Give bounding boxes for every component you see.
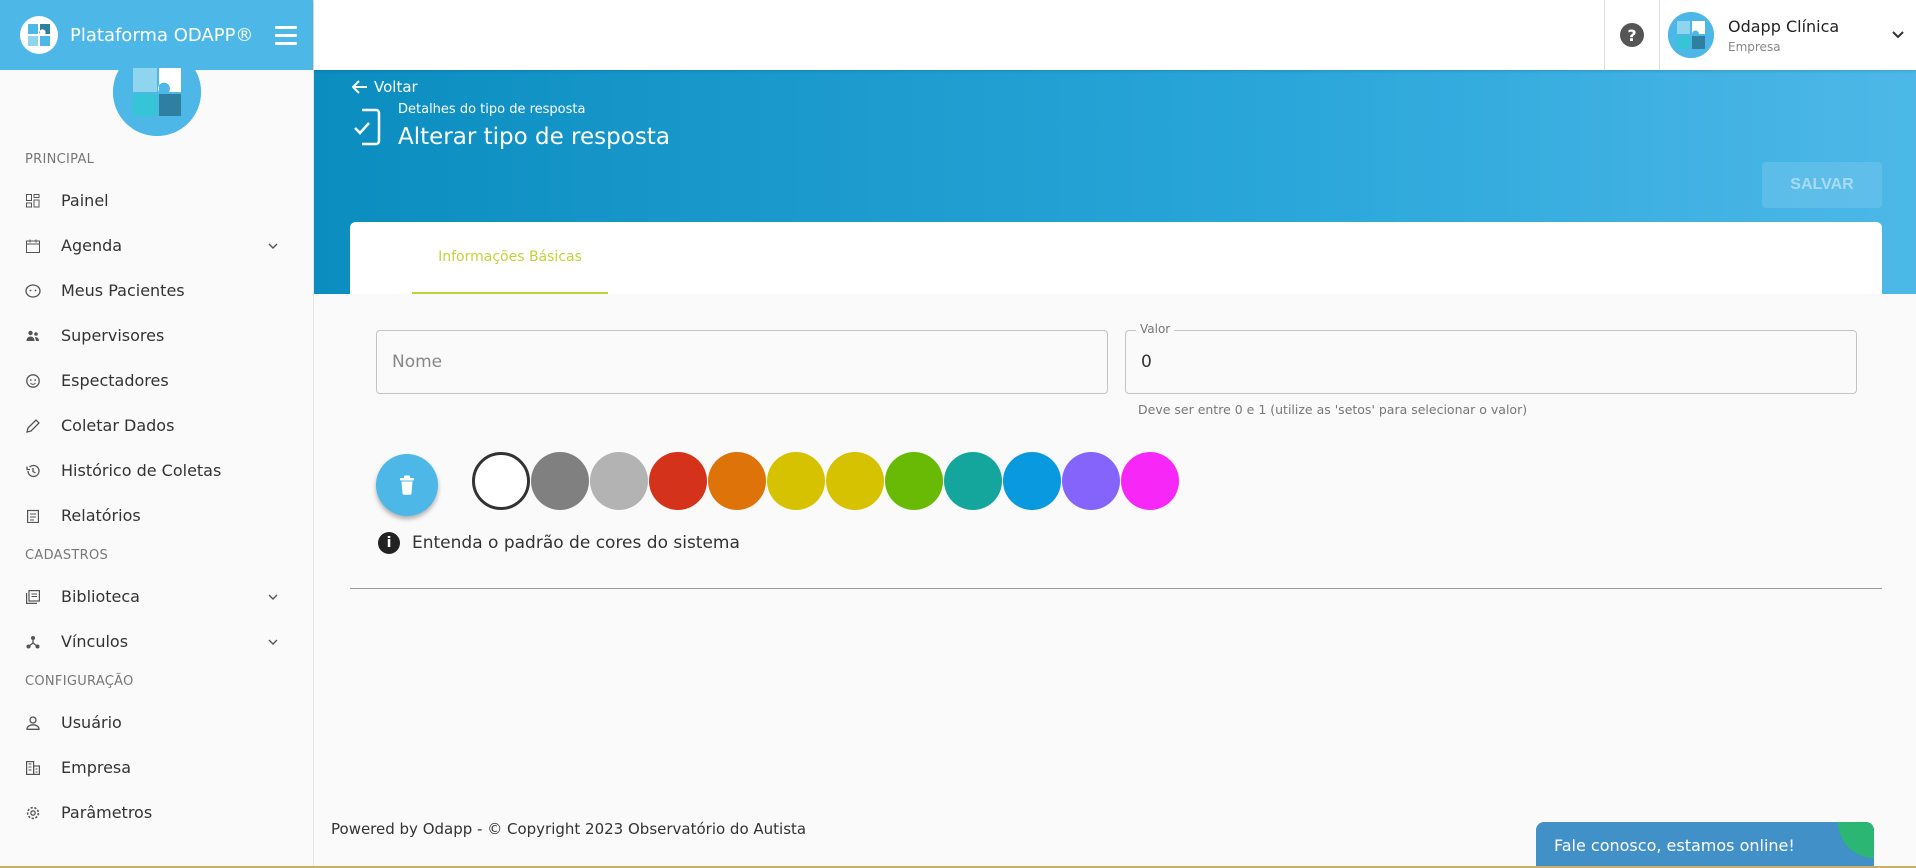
chevron-down-icon bbox=[267, 240, 279, 252]
color-swatch[interactable] bbox=[531, 452, 589, 510]
hamburger-menu-icon[interactable] bbox=[259, 15, 313, 55]
color-swatch[interactable] bbox=[885, 452, 943, 510]
color-swatch[interactable] bbox=[1121, 452, 1179, 510]
user-icon bbox=[25, 715, 41, 731]
sidebar-nav: PRINCIPAL Painel Agenda Meus Pacientes Super… bbox=[0, 142, 314, 835]
info-icon: i bbox=[378, 532, 400, 554]
help-button[interactable]: ? bbox=[1604, 0, 1660, 70]
sidebar-item-usuario[interactable]: Usuário bbox=[0, 700, 314, 745]
sidebar-item-label: Coletar Dados bbox=[61, 416, 175, 435]
footer-text: Powered by Odapp - © Copyright 2023 Obse… bbox=[331, 820, 807, 838]
chat-label: Fale conosco, estamos online! bbox=[1554, 835, 1795, 855]
chevron-down-icon bbox=[267, 591, 279, 603]
delete-button[interactable] bbox=[376, 454, 438, 516]
trash-icon bbox=[400, 475, 414, 495]
color-swatch[interactable] bbox=[649, 452, 707, 510]
page-title: Alterar tipo de resposta bbox=[398, 124, 670, 150]
building-icon bbox=[25, 760, 41, 776]
sidebar-item-label: Empresa bbox=[61, 758, 132, 777]
sidebar-item-label: Histórico de Coletas bbox=[61, 461, 222, 480]
history-icon bbox=[25, 463, 41, 479]
divider bbox=[350, 588, 1882, 589]
report-icon bbox=[25, 508, 41, 524]
valor-input[interactable] bbox=[1126, 331, 1856, 393]
gear-icon bbox=[25, 805, 41, 821]
sidebar-item-parametros[interactable]: Parâmetros bbox=[0, 790, 314, 835]
sidebar-item-label: Supervisores bbox=[61, 326, 165, 345]
company-avatar bbox=[113, 48, 201, 136]
sidebar-section-title: CONFIGURAÇÃO bbox=[25, 674, 134, 689]
user-avatar bbox=[1668, 12, 1714, 58]
library-icon bbox=[25, 589, 41, 605]
sidebar-item-coletar-dados[interactable]: Coletar Dados bbox=[0, 403, 314, 448]
sidebar-item-label: Agenda bbox=[61, 236, 123, 255]
phone-check-icon bbox=[352, 108, 382, 146]
sidebar-item-label: Parâmetros bbox=[61, 803, 153, 822]
chevron-down-icon bbox=[1890, 27, 1906, 43]
valor-field: Valor bbox=[1125, 322, 1857, 394]
brand-logo-icon[interactable] bbox=[20, 16, 58, 54]
chat-widget[interactable]: Fale conosco, estamos online! bbox=[1536, 822, 1874, 868]
color-swatch[interactable] bbox=[1003, 452, 1061, 510]
valor-legend: Valor bbox=[1136, 322, 1175, 336]
user-name: Odapp Clínica bbox=[1728, 16, 1840, 36]
calendar-icon bbox=[25, 238, 41, 254]
sidebar-item-label: Meus Pacientes bbox=[61, 281, 185, 300]
tab-informacoes-basicas[interactable]: Informações Básicas bbox=[412, 222, 608, 294]
sidebar-item-label: Biblioteca bbox=[61, 587, 140, 606]
help-icon: ? bbox=[1620, 23, 1644, 47]
valor-help-text: Deve ser entre 0 e 1 (utilize as 'setos'… bbox=[1138, 402, 1528, 417]
back-label: Voltar bbox=[374, 78, 418, 96]
save-button[interactable]: SALVAR bbox=[1762, 162, 1882, 208]
sidebar-item-supervisores[interactable]: Supervisores bbox=[0, 313, 314, 358]
user-role: Empresa bbox=[1728, 39, 1781, 54]
page-subtitle: Detalhes do tipo de resposta bbox=[398, 102, 586, 117]
color-swatch[interactable] bbox=[590, 452, 648, 510]
name-input[interactable] bbox=[377, 331, 1107, 393]
color-info-link[interactable]: i Entenda o padrão de cores do sistema bbox=[378, 532, 740, 554]
hub-icon bbox=[25, 634, 41, 650]
color-swatch[interactable] bbox=[767, 452, 825, 510]
top-bar: ? Odapp Clínica Empresa bbox=[314, 0, 1916, 70]
brand-title: Plataforma ODAPP® bbox=[70, 24, 254, 46]
sidebar-item-historico-de-coletas[interactable]: Histórico de Coletas bbox=[0, 448, 314, 493]
sidebar-item-meus-pacientes[interactable]: Meus Pacientes bbox=[0, 268, 314, 313]
people-icon bbox=[25, 328, 41, 344]
sidebar-section-title: CADASTROS bbox=[25, 548, 109, 563]
color-swatch[interactable] bbox=[1062, 452, 1120, 510]
online-indicator bbox=[1838, 822, 1874, 858]
tab-bar: Informações Básicas bbox=[350, 222, 1882, 294]
name-field bbox=[376, 330, 1108, 394]
user-menu[interactable]: Odapp Clínica Empresa bbox=[1660, 0, 1916, 70]
pencil-icon bbox=[25, 418, 41, 434]
color-swatch[interactable] bbox=[826, 452, 884, 510]
sidebar-item-espectadores[interactable]: Espectadores bbox=[0, 358, 314, 403]
chevron-down-icon bbox=[267, 636, 279, 648]
sidebar-item-biblioteca[interactable]: Biblioteca bbox=[0, 574, 314, 619]
sidebar-item-label: Espectadores bbox=[61, 371, 169, 390]
color-info-label: Entenda o padrão de cores do sistema bbox=[412, 533, 740, 553]
sidebar-item-label: Vínculos bbox=[61, 632, 129, 651]
sidebar: Plataforma ODAPP® PRINCIPAL Painel Agenda M… bbox=[0, 0, 314, 868]
back-link[interactable]: Voltar bbox=[352, 78, 418, 96]
face-icon bbox=[25, 283, 41, 299]
color-swatch[interactable] bbox=[944, 452, 1002, 510]
sidebar-item-relatorios[interactable]: Relatórios bbox=[0, 493, 314, 538]
smile-icon bbox=[25, 373, 41, 389]
form-card: Informações Básicas Valor Deve ser entre… bbox=[350, 222, 1882, 588]
sidebar-item-vinculos[interactable]: Vínculos bbox=[0, 619, 314, 664]
sidebar-item-label: Relatórios bbox=[61, 506, 141, 525]
sidebar-item-label: Painel bbox=[61, 191, 109, 210]
sidebar-item-empresa[interactable]: Empresa bbox=[0, 745, 314, 790]
user-info: Odapp Clínica Empresa bbox=[1728, 17, 1890, 54]
arrow-left-icon bbox=[352, 80, 367, 94]
color-swatch[interactable] bbox=[472, 452, 530, 510]
sidebar-item-painel[interactable]: Painel bbox=[0, 178, 314, 223]
sidebar-section-title: PRINCIPAL bbox=[25, 152, 95, 167]
sidebar-item-label: Usuário bbox=[61, 713, 122, 732]
color-swatch[interactable] bbox=[708, 452, 766, 510]
dashboard-icon bbox=[25, 193, 41, 209]
sidebar-item-agenda[interactable]: Agenda bbox=[0, 223, 314, 268]
